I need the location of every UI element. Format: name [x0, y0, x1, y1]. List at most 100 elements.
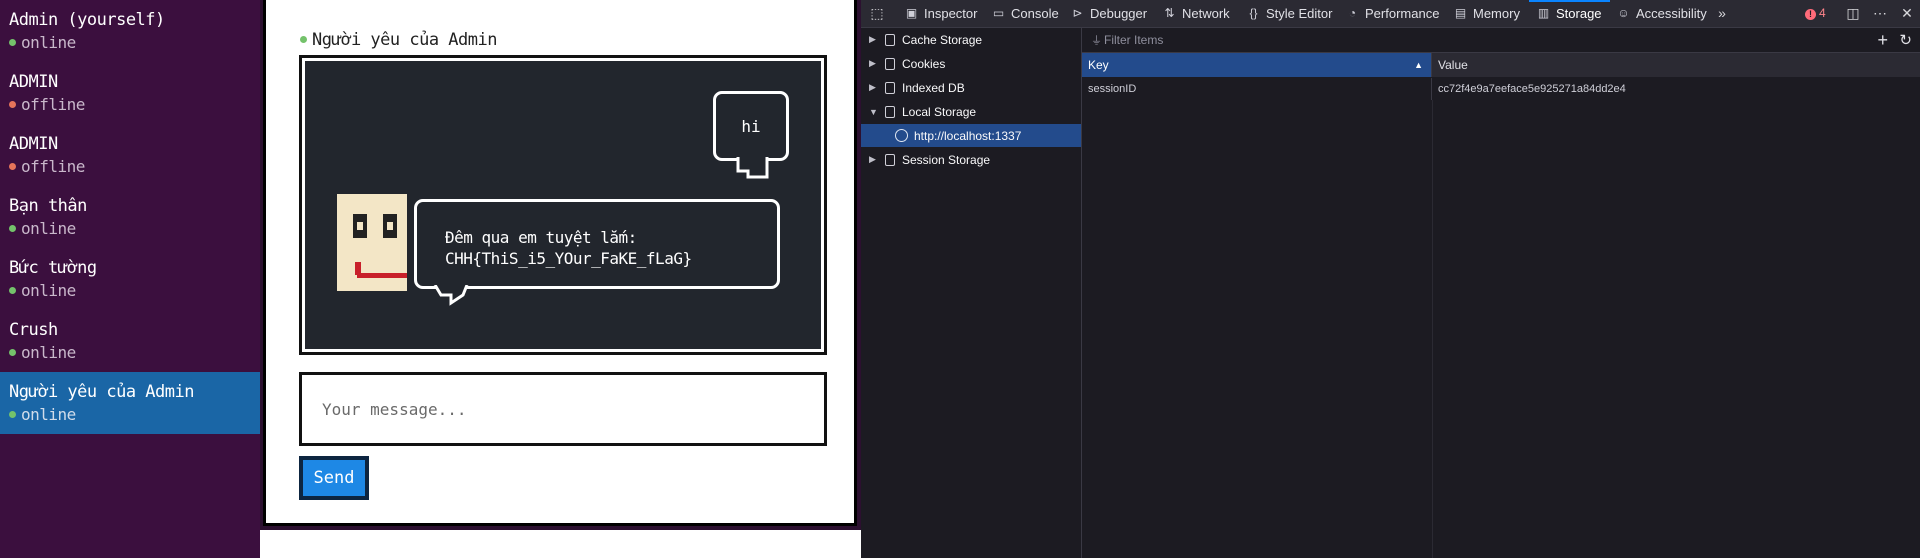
- contact-item-admin-1[interactable]: ADMIN offline: [0, 62, 260, 124]
- status-dot: [9, 163, 16, 170]
- table-cell-key[interactable]: sessionID: [1082, 78, 1432, 100]
- chat-window: Người yêu của Admin hi Đêm qua em tuyệt …: [263, 0, 857, 526]
- contact-status: offline: [9, 157, 85, 176]
- contact-name: Admin (yourself): [9, 10, 165, 30]
- dock-icon[interactable]: ◫: [1845, 5, 1861, 21]
- chevron-right-icon: ▶: [869, 34, 876, 44]
- network-icon: ⇅: [1164, 6, 1175, 20]
- status-dot: [9, 349, 16, 356]
- incoming-message-bubble: Đêm qua em tuyệt lắm: CHH{ThiS_i5_YOur_F…: [414, 199, 780, 289]
- error-count-badge[interactable]: ! 4: [1805, 6, 1826, 20]
- add-item-icon[interactable]: +: [1877, 30, 1888, 51]
- filter-input[interactable]: [1102, 32, 1706, 48]
- column-header-value[interactable]: Value: [1432, 53, 1920, 77]
- contact-status: online: [9, 343, 76, 362]
- error-icon: !: [1805, 9, 1816, 20]
- element-picker-icon[interactable]: ⬚: [869, 5, 885, 21]
- tree-item-cookies[interactable]: ▶ Cookies: [861, 52, 1081, 75]
- status-dot: [9, 287, 16, 294]
- column-divider: [1432, 100, 1433, 558]
- contact-name: ADMIN: [9, 134, 58, 154]
- chevron-down-icon: ▼: [869, 106, 878, 117]
- devtools-toolbar: ⬚ ▣ Inspector ▭ Console ⊳ Debugger ⇅ Network…: [861, 0, 1920, 28]
- message-text: hi: [741, 116, 761, 136]
- options-menu-icon[interactable]: ⋯: [1872, 5, 1888, 21]
- tab-performance[interactable]: ◔ Performance: [1346, 0, 1440, 27]
- style-editor-icon: {}: [1249, 6, 1258, 20]
- filter-icon: ⏚: [1091, 35, 1102, 47]
- storage-icon: [885, 81, 895, 94]
- tree-item-indexed-db[interactable]: ▶ Indexed DB: [861, 76, 1081, 99]
- contact-status: online: [9, 405, 76, 424]
- storage-icon: [885, 57, 895, 70]
- tree-item-localhost-origin[interactable]: http://localhost:1337: [861, 124, 1081, 147]
- message-text: Đêm qua em tuyệt lắm:: [445, 228, 637, 247]
- table-cell-value[interactable]: cc72f4e9a7eeface5e925271a84dd2e4: [1432, 78, 1920, 100]
- storage-tree: ▶ Cache Storage ▶ Cookies ▶ Indexed DB ▼ Loc…: [861, 28, 1082, 558]
- message-area-inner: hi Đêm qua em tuyệt lắm: CHH{ThiS_i5_YOu…: [305, 61, 821, 349]
- outgoing-message-bubble: hi: [713, 91, 789, 161]
- debugger-icon: ⊳: [1072, 6, 1083, 20]
- column-header-key[interactable]: Key ▲: [1082, 53, 1432, 77]
- tab-storage[interactable]: ▥ Storage: [1529, 0, 1610, 27]
- contact-sidebar: Admin (yourself) online ADMIN offline AD…: [0, 0, 260, 558]
- status-dot: [9, 225, 16, 232]
- chevron-right-icon: ▶: [869, 82, 876, 92]
- storage-icon: [885, 33, 895, 46]
- performance-icon: ◔: [1348, 6, 1357, 20]
- avatar-mouth: [357, 273, 407, 278]
- contact-item-ban-than[interactable]: Bạn thân online: [0, 186, 260, 248]
- refresh-icon[interactable]: ↻: [1899, 31, 1912, 49]
- contact-item-nguoi-yeu[interactable]: Người yêu của Admin online: [0, 372, 260, 434]
- send-button[interactable]: Send: [299, 456, 369, 500]
- avatar: [337, 194, 407, 291]
- chat-panel: Người yêu của Admin hi Đêm qua em tuyệt …: [260, 0, 861, 558]
- contact-name: ADMIN: [9, 72, 58, 92]
- chat-footer: [260, 530, 861, 558]
- inspector-icon: ▣: [905, 6, 918, 20]
- console-icon: ▭: [992, 6, 1005, 20]
- more-tabs-icon[interactable]: »: [1714, 5, 1730, 21]
- contact-item-admin-yourself[interactable]: Admin (yourself) online: [0, 0, 260, 62]
- storage-icon: [885, 153, 895, 166]
- contact-status: online: [9, 33, 76, 52]
- accessibility-icon: ☺: [1617, 6, 1630, 20]
- devtools-panel: ⬚ ▣ Inspector ▭ Console ⊳ Debugger ⇅ Network…: [861, 0, 1920, 558]
- tab-debugger[interactable]: ⊳ Debugger: [1071, 0, 1147, 27]
- contact-status: offline: [9, 95, 85, 114]
- filter-bar: ⏚ + ↻: [1082, 28, 1920, 53]
- contact-item-buc-tuong[interactable]: Bức tường online: [0, 248, 260, 310]
- tree-item-cache-storage[interactable]: ▶ Cache Storage: [861, 28, 1081, 51]
- status-dot: [9, 39, 16, 46]
- contact-item-crush[interactable]: Crush online: [0, 310, 260, 372]
- contact-name: Người yêu của Admin: [9, 382, 194, 402]
- message-text: CHH{ThiS_i5_YOur_FaKE_fLaG}: [445, 249, 692, 268]
- bubble-tail-icon: [433, 285, 469, 306]
- contact-item-admin-2[interactable]: ADMIN offline: [0, 124, 260, 186]
- message-area: hi Đêm qua em tuyệt lắm: CHH{ThiS_i5_YOu…: [299, 55, 827, 355]
- globe-icon: [895, 129, 908, 142]
- chat-title: Người yêu của Admin: [300, 30, 497, 50]
- sort-ascending-icon: ▲: [1414, 60, 1423, 70]
- contact-status: online: [9, 281, 76, 300]
- tab-console[interactable]: ▭ Console: [992, 0, 1059, 27]
- storage-icon: [885, 105, 895, 118]
- tab-accessibility[interactable]: ☺ Accessibility: [1617, 0, 1706, 27]
- contact-name: Crush: [9, 320, 58, 340]
- tree-item-local-storage[interactable]: ▼ Local Storage: [861, 100, 1081, 123]
- tab-inspector[interactable]: ▣ Inspector: [905, 0, 978, 27]
- tab-network[interactable]: ⇅ Network: [1163, 0, 1229, 27]
- contact-name: Bạn thân: [9, 196, 87, 216]
- memory-icon: ▤: [1454, 6, 1467, 20]
- tree-item-session-storage[interactable]: ▶ Session Storage: [861, 148, 1081, 171]
- tab-memory[interactable]: ▤ Memory: [1454, 0, 1520, 27]
- tab-style-editor[interactable]: {} Style Editor: [1247, 0, 1332, 27]
- status-dot: [9, 101, 16, 108]
- storage-icon: ▥: [1537, 6, 1550, 20]
- contact-status: online: [9, 219, 76, 238]
- message-input[interactable]: [299, 372, 827, 446]
- contact-name: Bức tường: [9, 258, 97, 278]
- avatar-eye: [353, 214, 367, 238]
- close-icon[interactable]: ✕: [1899, 5, 1915, 21]
- chevron-right-icon: ▶: [869, 154, 876, 164]
